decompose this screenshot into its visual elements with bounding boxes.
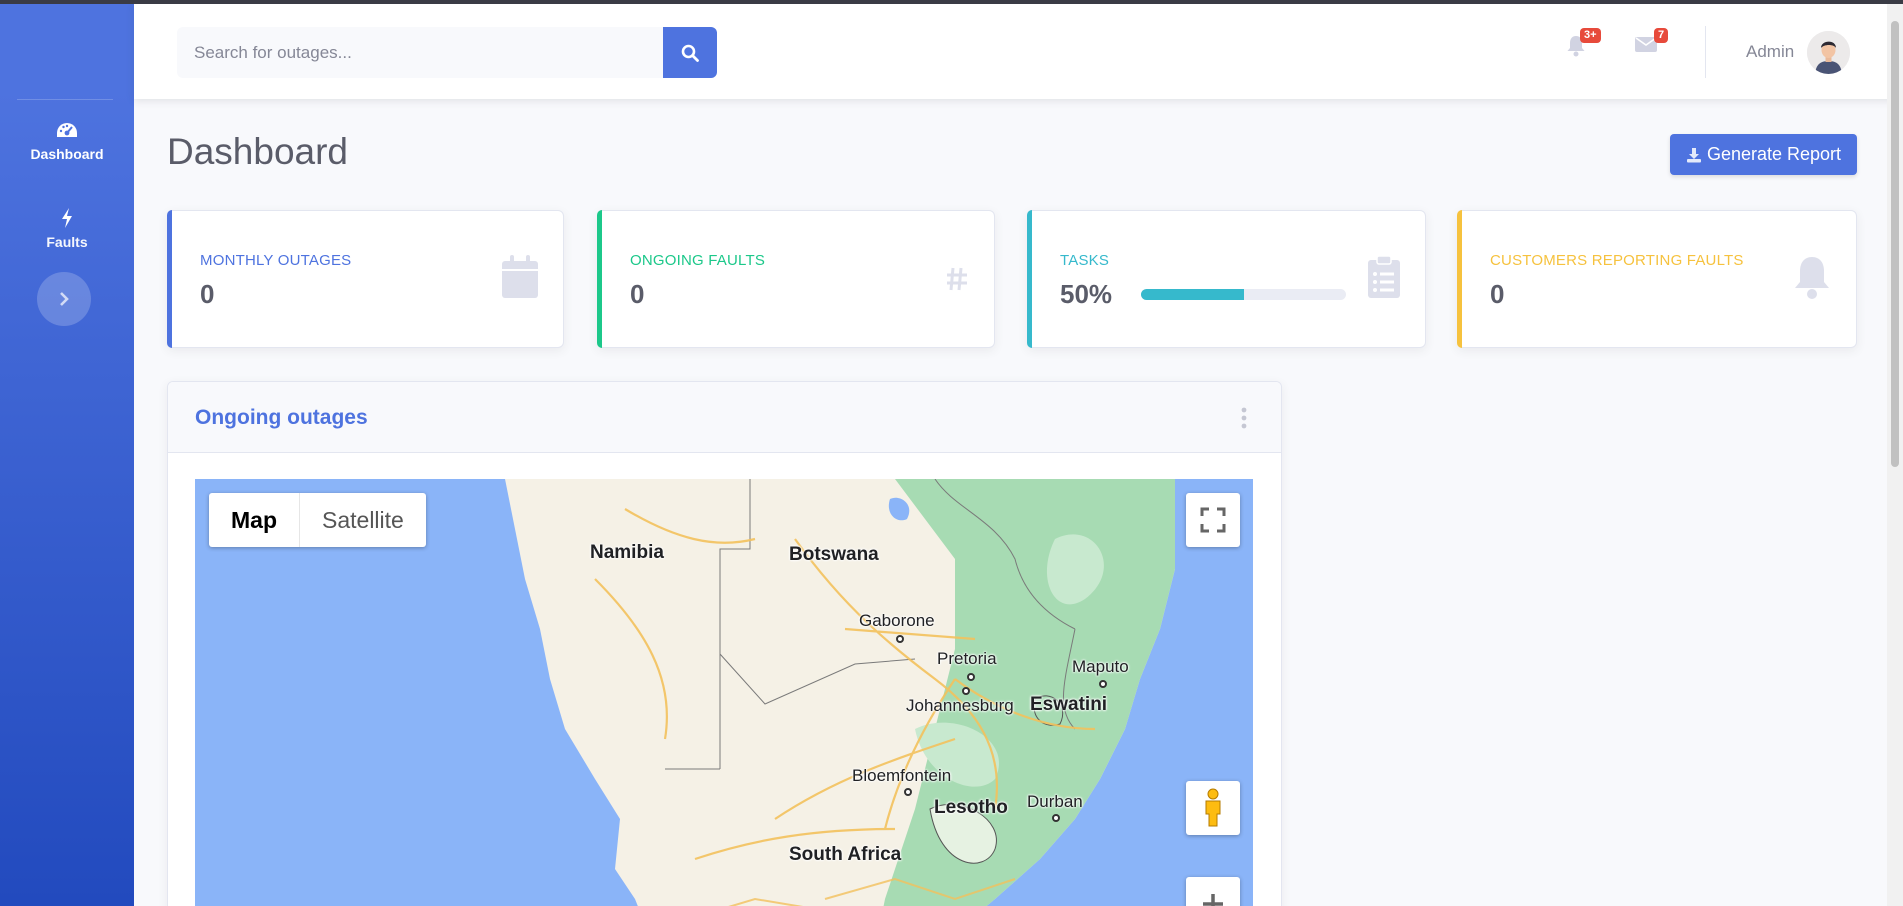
sidebar-toggle-button[interactable] [37,272,91,326]
card-accent [1457,210,1462,348]
download-icon [1686,147,1701,162]
map-label-bloemfontein: Bloemfontein [852,766,952,785]
bolt-icon [62,208,72,228]
tachometer-icon [57,123,77,137]
card-accent [597,210,602,348]
card-tasks: TASKS 50% [1027,210,1426,348]
panel-title: Ongoing outages [195,406,368,429]
search-icon [681,44,699,62]
messages-badge: 7 [1654,28,1669,43]
card-value: 0 [630,279,645,309]
map-label-gaborone: Gaborone [859,611,935,630]
search-button[interactable] [663,27,717,78]
scrollbar-thumb[interactable] [1891,21,1899,467]
sidebar: Dashboard Faults [0,0,134,906]
clipboard-list-icon [1368,255,1400,298]
sidebar-item-label: Faults [46,234,88,250]
generate-report-button[interactable]: Generate Report [1670,134,1857,175]
panel-header: Ongoing outages [168,382,1281,453]
topbar: 3+ 7 Admin [134,4,1903,99]
user-avatar-icon [1807,31,1850,74]
user-name[interactable]: Admin [1746,42,1794,62]
generate-report-label: Generate Report [1706,144,1842,164]
card-label: TASKS [1060,252,1110,269]
search-bar [177,27,717,78]
map-label-lesotho: Lesotho [934,797,1008,818]
street-view-button[interactable] [1186,781,1240,835]
card-value: 50% [1060,279,1113,309]
notifications-button[interactable]: 3+ [1566,28,1601,62]
more-options-icon[interactable] [1241,407,1247,429]
card-accent [1027,210,1032,348]
map-label-eswatini: Eswatini [1030,694,1108,715]
topbar-divider [1705,26,1706,78]
fullscreen-icon [1200,507,1226,533]
card-label: CUSTOMERS REPORTING FAULTS [1490,252,1744,269]
map-label-south-africa: South Africa [789,844,902,865]
sidebar-item-faults[interactable]: Faults [0,208,134,250]
zoom-in-button[interactable] [1186,877,1240,906]
map-city-dot [896,635,904,643]
map-city-dot [904,788,912,796]
page-scrollbar[interactable] [1887,4,1903,906]
notifications-badge: 3+ [1580,28,1601,43]
card-ongoing-faults: ONGOING FAULTS 0 [597,210,995,348]
tasks-progress-fill [1141,289,1244,300]
map-label-pretoria: Pretoria [937,649,997,668]
calendar-icon [502,255,538,298]
page-title: Dashboard [167,131,349,172]
map-type-control: Map Satellite [209,493,426,547]
search-input[interactable] [177,27,663,78]
fullscreen-button[interactable] [1186,493,1240,547]
tasks-progress-bar [1141,289,1346,300]
map-label-botswana: Botswana [789,544,879,565]
sidebar-item-dashboard[interactable]: Dashboard [0,122,134,162]
bell-icon [1795,257,1829,299]
window-top-edge [0,0,1903,4]
sidebar-divider [17,99,113,100]
chevron-right-icon [60,292,69,306]
card-value: 0 [1490,279,1505,309]
map-label-durban: Durban [1027,792,1083,811]
card-customers-reporting-faults: CUSTOMERS REPORTING FAULTS 0 [1457,210,1857,348]
map-label-namibia: Namibia [590,542,664,563]
map-type-map-button[interactable]: Map [209,493,300,547]
map-label-maputo: Maputo [1072,657,1129,676]
card-label: ONGOING FAULTS [630,252,766,269]
map-label-johannesburg: Johannesburg [906,696,1014,715]
card-monthly-outages: MONTHLY OUTAGES 0 [167,210,564,348]
map-type-satellite-button[interactable]: Satellite [300,493,426,547]
sidebar-item-label: Dashboard [30,146,104,162]
card-value: 0 [200,279,215,309]
map-city-dot [962,687,970,695]
outages-map[interactable]: Namibia Botswana Gaborone Pretoria Maput… [195,479,1253,906]
card-accent [167,210,172,348]
map-city-dot [1099,680,1107,688]
avatar[interactable] [1807,31,1850,74]
ongoing-outages-panel: Ongoing outages Namibia Botswana Gaboron… [167,381,1282,906]
card-label: MONTHLY OUTAGES [200,252,352,269]
messages-button[interactable]: 7 [1634,28,1669,58]
plus-icon [1203,894,1223,906]
pegman-icon [1205,788,1221,827]
hashtag-icon [947,267,967,291]
map-city-dot [1052,814,1060,822]
map-city-dot [967,673,975,681]
